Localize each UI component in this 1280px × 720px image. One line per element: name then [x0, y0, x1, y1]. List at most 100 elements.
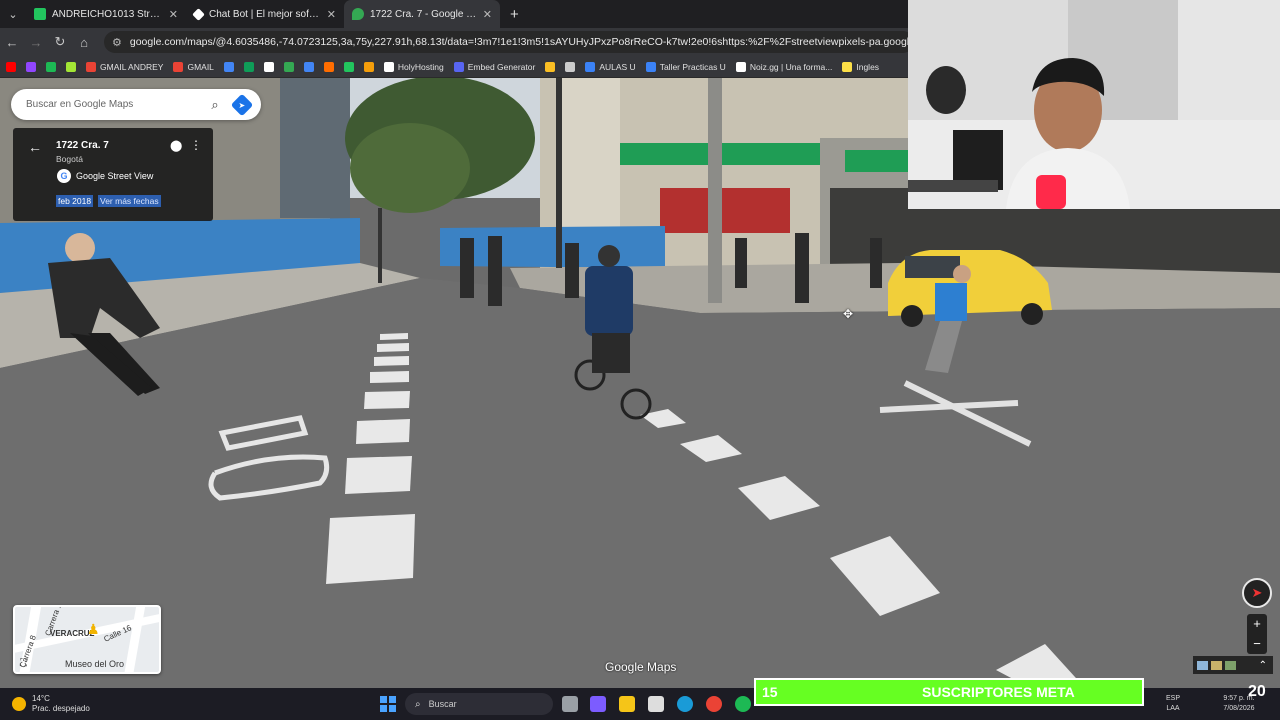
tab-chatbot[interactable]: Chat Bot | El mejor software pa ✕ [186, 0, 344, 28]
tab-favicon-icon [192, 7, 205, 21]
more-options-icon[interactable]: ⋮ [190, 138, 202, 152]
bookmark-favicon-icon [263, 61, 274, 72]
webcam-overlay [908, 0, 1280, 209]
site-info-icon[interactable]: ⚙ [112, 36, 122, 49]
bookmark-favicon-icon [86, 61, 96, 72]
bookmark-item[interactable] [263, 61, 274, 72]
bookmark-favicon-icon [545, 61, 556, 72]
bookmark-item[interactable]: GMAIL ANDREY [86, 61, 164, 72]
bookmark-item[interactable]: Embed Generator [453, 61, 535, 72]
google-maps-watermark: Google Maps [605, 660, 677, 674]
chevron-up-icon[interactable]: ⌃ [1259, 660, 1267, 671]
bookmark-favicon-icon [842, 61, 853, 72]
bookmark-favicon-icon [585, 61, 596, 72]
taskbar-search[interactable]: ⌕ Buscar [405, 693, 553, 715]
minimap[interactable]: Carrera 10 Calle 16 Carrera 8 VERACRUZ ♟… [13, 605, 161, 674]
bookmark-label: GMAIL ANDREY [100, 61, 164, 72]
reload-icon[interactable]: ↻ [48, 34, 72, 50]
zoom-out-button[interactable]: − [1247, 634, 1267, 654]
bookmark-favicon-icon [565, 61, 576, 72]
zoom-control: + − [1247, 614, 1267, 654]
street-view-source: G Google Street View [57, 169, 153, 183]
bookmark-item[interactable] [66, 61, 76, 72]
bookmark-favicon-icon [66, 61, 76, 72]
location-pin-icon[interactable]: ⬤ [170, 139, 182, 152]
layer-thumb[interactable] [1211, 660, 1222, 670]
bookmark-favicon-icon [26, 61, 36, 72]
bookmark-label: Noiz.gg | Una forma... [749, 61, 833, 72]
bookmark-item[interactable]: GMAIL [173, 61, 214, 72]
task-view-icon[interactable] [562, 696, 578, 712]
subscriber-goal-target: 20 [1248, 683, 1266, 700]
bookmark-item[interactable] [223, 61, 234, 72]
layer-thumb[interactable] [1197, 660, 1208, 670]
bookmark-item[interactable] [363, 61, 374, 72]
bookmark-favicon-icon [383, 61, 394, 72]
layers-strip[interactable]: ⌃ [1193, 656, 1273, 674]
back-icon[interactable]: ← [0, 35, 24, 50]
edge-icon[interactable] [677, 696, 693, 712]
bookmark-item[interactable] [565, 61, 576, 72]
google-logo-icon: G [57, 169, 71, 183]
spotify-icon[interactable] [735, 696, 751, 712]
language-indicator[interactable]: ESP LAA [1162, 694, 1184, 714]
bookmark-item[interactable]: Noiz.gg | Una forma... [735, 61, 833, 72]
capture-date[interactable]: feb 2018 [56, 195, 94, 207]
tab-stream[interactable]: ANDREICHO1013 Stream - Wat ✕ [26, 0, 186, 28]
bookmark-item[interactable]: HolyHosting [383, 61, 444, 72]
bookmark-label: GMAIL [187, 61, 214, 72]
tab-title: 1722 Cra. 7 - Google Maps [370, 8, 477, 20]
windows-start-icon[interactable] [380, 696, 396, 712]
weather-widget[interactable]: 14°C Prac. despejado [12, 694, 90, 714]
store-icon[interactable] [648, 696, 664, 712]
search-placeholder: Buscar en Google Maps [26, 99, 134, 110]
clock[interactable]: 9:57 p. m. 7/08/2026 [1200, 694, 1278, 714]
search-icon[interactable]: ⌕ [202, 97, 228, 113]
bookmark-favicon-icon [363, 61, 374, 72]
bookmark-item[interactable] [323, 61, 334, 72]
zoom-in-button[interactable]: + [1247, 614, 1267, 634]
bookmark-item[interactable] [46, 61, 56, 72]
minimap-place-label: Museo del Oro [65, 659, 125, 669]
subscriber-goal-bar: 15 SUSCRIPTORES META [754, 678, 1144, 706]
bookmark-item[interactable]: Ingles [842, 61, 880, 72]
bookmark-favicon-icon [46, 61, 56, 72]
close-icon[interactable]: ✕ [327, 8, 336, 21]
bookmark-favicon-icon [6, 61, 16, 72]
tab-search-chevron-icon[interactable]: ⌄ [0, 0, 26, 28]
chrome-icon[interactable] [706, 696, 722, 712]
bookmark-item[interactable] [6, 61, 16, 72]
bookmark-item[interactable] [303, 61, 314, 72]
bookmark-item[interactable] [283, 61, 294, 72]
directions-icon[interactable]: ➤ [230, 93, 254, 116]
more-dates-link[interactable]: Ver más fechas [98, 195, 161, 207]
compass-icon[interactable]: ➤ [1242, 578, 1272, 608]
url-bar[interactable]: ⚙ google.com/maps/@4.6035486,-74.0723125… [104, 31, 914, 53]
bookmark-favicon-icon [645, 61, 656, 72]
home-icon[interactable]: ⌂ [72, 35, 96, 50]
bookmark-item[interactable] [26, 61, 36, 72]
forward-icon[interactable]: → [24, 35, 48, 50]
url-text: google.com/maps/@4.6035486,-74.0723125,3… [129, 36, 914, 48]
bookmark-item[interactable] [343, 61, 354, 72]
bookmark-label: Ingles [856, 61, 880, 72]
bookmark-item[interactable] [243, 61, 254, 72]
subscriber-goal-label: SUSCRIPTORES META [922, 684, 1075, 700]
bookmark-favicon-icon [323, 61, 334, 72]
close-icon[interactable]: ✕ [169, 8, 178, 21]
new-tab-button[interactable]: + [500, 6, 529, 23]
expand-icon[interactable]: ⛶ [20, 658, 27, 669]
tab-google-maps[interactable]: 1722 Cra. 7 - Google Maps ✕ [344, 0, 500, 28]
layer-thumb[interactable] [1225, 660, 1236, 670]
bookmark-favicon-icon [453, 61, 464, 72]
maps-search-box[interactable]: Buscar en Google Maps ⌕ ➤ [11, 89, 261, 120]
close-icon[interactable]: ✕ [483, 8, 492, 21]
file-explorer-icon[interactable] [619, 696, 635, 712]
pegman-icon[interactable]: ♟ [87, 621, 100, 638]
bookmark-item[interactable] [545, 61, 556, 72]
bookmark-item[interactable]: Taller Practicas U [645, 61, 726, 72]
copilot-icon[interactable] [590, 696, 606, 712]
search-icon: ⌕ [415, 698, 421, 710]
bookmark-item[interactable]: AULAS U [585, 61, 636, 72]
back-arrow-icon[interactable]: ← [28, 139, 42, 155]
